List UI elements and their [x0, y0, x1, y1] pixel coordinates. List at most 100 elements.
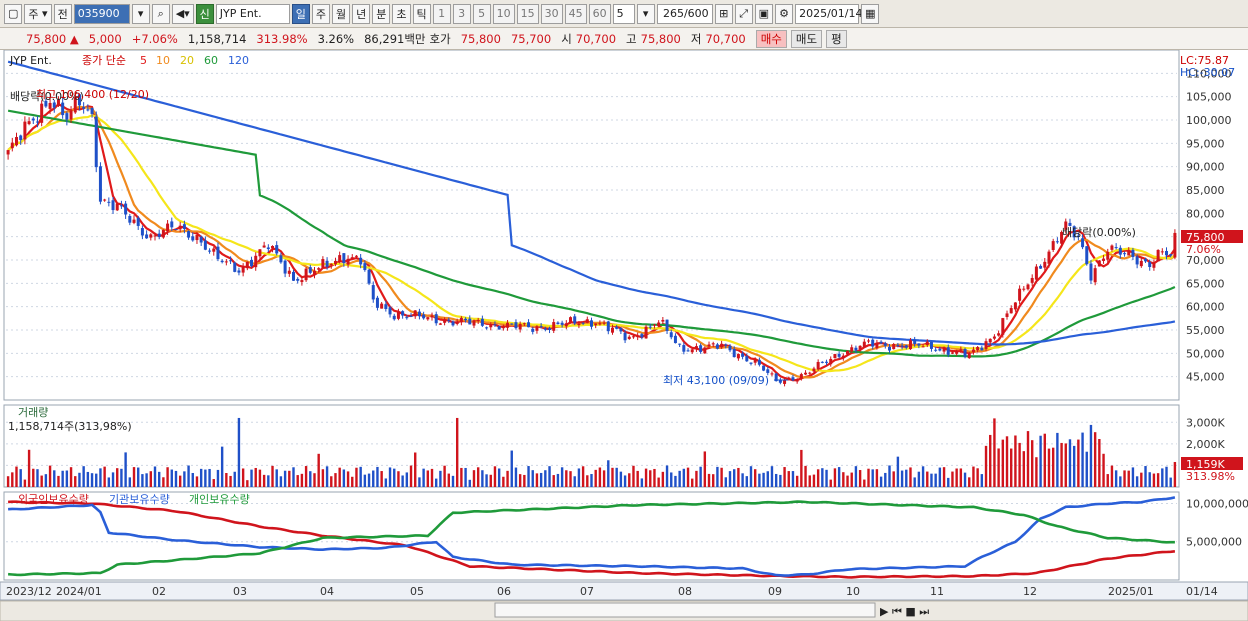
volume-bar — [174, 470, 178, 487]
candle-body — [871, 339, 875, 347]
code-dropdown-icon[interactable]: ▾ — [131, 3, 150, 24]
sound-icon[interactable]: ◀▾ — [171, 3, 194, 24]
period-month[interactable]: 월 — [332, 3, 351, 24]
volume-bar — [1089, 424, 1093, 487]
interval-input[interactable]: 5 — [612, 3, 635, 24]
candle-body — [23, 121, 27, 140]
layout-icon[interactable]: ▢ — [4, 3, 23, 24]
open-price: 70,700 — [575, 31, 617, 46]
interval-30[interactable]: 30 — [540, 3, 563, 24]
volume-bar — [976, 468, 979, 487]
candle-body — [514, 322, 518, 329]
volume-bar — [489, 474, 492, 487]
volume-bar — [695, 470, 698, 487]
candle-body — [623, 332, 627, 341]
volume-bar — [602, 470, 606, 487]
ma-legend-item: 종가 단순 — [82, 54, 126, 67]
volume-bar — [317, 453, 320, 487]
volume-bar — [938, 467, 942, 487]
volume-bar — [355, 467, 358, 487]
volume-bar — [594, 469, 597, 487]
volume-bar — [166, 467, 169, 487]
period-week[interactable]: 주 — [311, 3, 331, 24]
candle-body — [371, 285, 375, 300]
candle-body — [741, 353, 745, 357]
period-day[interactable]: 일 — [291, 3, 310, 24]
stock-code-input[interactable]: 035900 — [73, 3, 130, 24]
price-change: 5,000 — [88, 31, 122, 46]
interval-60[interactable]: 60 — [588, 3, 611, 24]
count-field[interactable]: 265/600 — [656, 3, 713, 24]
volume-bar — [762, 472, 765, 487]
eval-button[interactable]: 평 — [826, 29, 847, 48]
volume-bar — [955, 468, 958, 487]
volume-bar — [233, 471, 236, 487]
volume-bar — [443, 465, 446, 487]
candle-body — [959, 349, 963, 351]
period-minute[interactable]: 분 — [372, 3, 391, 24]
candle-body — [1009, 308, 1013, 314]
volume-bar — [439, 470, 442, 487]
interval-15[interactable]: 15 — [516, 3, 539, 24]
volume-bar — [745, 476, 748, 487]
period-second[interactable]: 초 — [392, 3, 411, 24]
interval-45[interactable]: 45 — [564, 3, 587, 24]
date-field[interactable]: 2025/01/14 — [795, 3, 862, 24]
volume-bar — [942, 467, 946, 487]
volume-bar — [78, 472, 81, 487]
candle-body — [569, 317, 573, 323]
candle-body — [976, 347, 980, 351]
volume-bar — [141, 474, 144, 487]
volume-bar — [510, 450, 513, 487]
volume-bar — [586, 475, 589, 487]
chart-area[interactable]: ▶ ⏮ ■ ⏭ 110,000105,000100,00095,00090,00… — [0, 50, 1248, 621]
volume-bar — [99, 468, 102, 487]
sell-button[interactable]: 매도 — [790, 29, 823, 48]
interval-dropdown-icon[interactable]: ▾ — [636, 3, 655, 24]
low-price: 70,700 — [705, 31, 746, 46]
volume-bar — [984, 445, 988, 487]
candle-body — [132, 219, 136, 223]
candle-body — [560, 322, 564, 325]
volume-bar — [632, 465, 635, 487]
market-select[interactable]: 주 ▾ — [24, 3, 52, 24]
candle-body — [430, 315, 434, 318]
interval-1[interactable]: 1 — [432, 3, 451, 24]
candle-body — [556, 322, 560, 325]
volume-bar — [699, 466, 702, 487]
interval-3[interactable]: 3 — [452, 3, 471, 24]
volume-bar — [451, 475, 455, 487]
volume-bar — [481, 470, 484, 487]
volume-bar — [183, 471, 186, 487]
candle-body — [757, 359, 761, 365]
candle-body — [1131, 249, 1135, 257]
volume-bar — [565, 470, 568, 487]
volume-bar — [552, 475, 555, 487]
volume-bar — [636, 470, 639, 487]
high-label: 고 — [626, 31, 637, 46]
interval-10[interactable]: 10 — [492, 3, 515, 24]
last-volume-pct: 313.98% — [1186, 470, 1235, 483]
calendar-icon[interactable]: ▦ — [861, 3, 880, 24]
search-icon[interactable]: ⌕ — [151, 3, 170, 24]
period-year[interactable]: 년 — [352, 3, 371, 24]
buy-button[interactable]: 매수 — [755, 29, 787, 48]
candle-body — [850, 347, 854, 352]
volume-bar — [1173, 461, 1177, 487]
prev-button[interactable]: 전 — [53, 3, 72, 24]
volume-bar — [573, 476, 576, 487]
period-tick[interactable]: 틱 — [412, 3, 431, 24]
interval-5[interactable]: 5 — [472, 3, 491, 24]
draw-tool-icon[interactable]: ⤢ — [734, 3, 753, 24]
candle-type-icon[interactable]: ⊞ — [714, 3, 733, 24]
save-icon[interactable]: ▣ — [754, 3, 774, 24]
volume-bar — [334, 473, 337, 487]
volume-bar — [199, 468, 203, 487]
volume-bar — [23, 479, 27, 487]
candle-body — [749, 362, 753, 364]
candle-body — [762, 365, 766, 371]
volume-bar — [237, 417, 241, 487]
candle-body — [19, 135, 23, 141]
candle-body — [1156, 249, 1160, 262]
gear-icon[interactable]: ⚙ — [775, 3, 794, 24]
